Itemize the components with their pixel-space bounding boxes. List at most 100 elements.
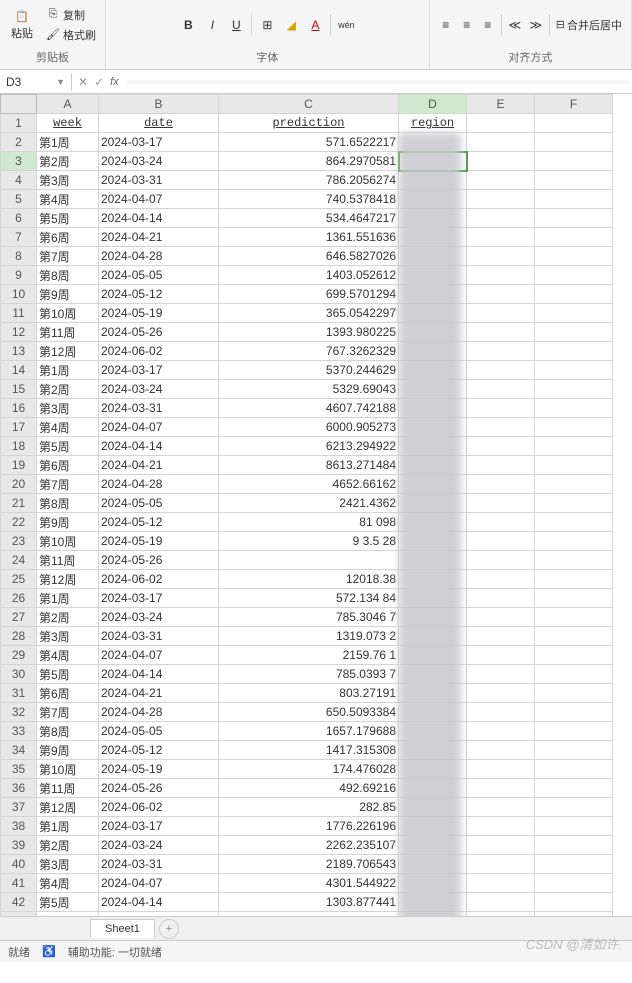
cell[interactable]: 492.69216	[219, 779, 399, 798]
col-header-B[interactable]: B	[99, 95, 219, 114]
cell[interactable]	[399, 266, 467, 285]
cell[interactable]	[399, 912, 467, 917]
cell[interactable]: 2421.4362	[219, 494, 399, 513]
cell[interactable]: 第2周	[37, 152, 99, 171]
add-sheet-button[interactable]: +	[159, 919, 179, 939]
row-header[interactable]: 19	[1, 456, 37, 475]
row-header[interactable]: 30	[1, 665, 37, 684]
row-header[interactable]: 26	[1, 589, 37, 608]
format-painter-button[interactable]: 🖌 格式刷	[42, 26, 99, 44]
cell[interactable]	[535, 285, 613, 304]
row-header[interactable]: 16	[1, 399, 37, 418]
cell[interactable]	[535, 190, 613, 209]
row-header[interactable]: 27	[1, 608, 37, 627]
cell[interactable]: 650.5093384	[219, 703, 399, 722]
increase-indent-button[interactable]: ≫	[526, 15, 546, 35]
cell[interactable]	[399, 874, 467, 893]
cell[interactable]	[467, 779, 535, 798]
cell[interactable]: 第3周	[37, 627, 99, 646]
cell[interactable]: 2024-03-17	[99, 589, 219, 608]
header-cell[interactable]	[467, 114, 535, 133]
cell[interactable]: 2024-05-12	[99, 285, 219, 304]
cell[interactable]: 2024-03-24	[99, 836, 219, 855]
cell[interactable]: 第12周	[37, 570, 99, 589]
cell[interactable]: 803.27191	[219, 684, 399, 703]
cell[interactable]	[535, 703, 613, 722]
cell[interactable]: 2024-03-17	[99, 361, 219, 380]
align-middle-button[interactable]: ≡	[457, 15, 477, 35]
cell[interactable]: 365.0542297	[219, 304, 399, 323]
cell[interactable]: 第6周	[37, 684, 99, 703]
cell[interactable]: 第9周	[37, 741, 99, 760]
cell[interactable]: 2024-06-02	[99, 570, 219, 589]
cell[interactable]	[399, 817, 467, 836]
cell[interactable]	[535, 855, 613, 874]
cell[interactable]	[399, 399, 467, 418]
cell[interactable]: 8613.271484	[219, 456, 399, 475]
cell[interactable]: 第11周	[37, 551, 99, 570]
cell[interactable]: 1403.052612	[219, 266, 399, 285]
cell[interactable]: 第1周	[37, 589, 99, 608]
cell[interactable]: 2024-06-02	[99, 798, 219, 817]
cell[interactable]	[535, 209, 613, 228]
cell[interactable]	[467, 874, 535, 893]
cell[interactable]: 第10周	[37, 304, 99, 323]
cell[interactable]: 2024-04-14	[99, 893, 219, 912]
cell[interactable]	[467, 304, 535, 323]
fx-label[interactable]: fx	[110, 76, 119, 88]
row-header[interactable]: 43	[1, 912, 37, 917]
cell[interactable]	[467, 399, 535, 418]
cell[interactable]	[535, 342, 613, 361]
cell[interactable]: 第6周	[37, 228, 99, 247]
cell[interactable]: 1776.226196	[219, 817, 399, 836]
row-header[interactable]: 24	[1, 551, 37, 570]
header-cell[interactable]: week	[37, 114, 99, 133]
cell[interactable]	[535, 475, 613, 494]
cell[interactable]: 第9周	[37, 513, 99, 532]
cell[interactable]	[535, 779, 613, 798]
cell[interactable]	[467, 665, 535, 684]
cell[interactable]	[535, 228, 613, 247]
cell[interactable]	[467, 608, 535, 627]
cell[interactable]	[399, 475, 467, 494]
cell[interactable]: 第8周	[37, 494, 99, 513]
row-header[interactable]: 8	[1, 247, 37, 266]
cell[interactable]	[467, 456, 535, 475]
row-header[interactable]: 28	[1, 627, 37, 646]
cell[interactable]	[535, 646, 613, 665]
cell[interactable]: 572.134 84	[219, 589, 399, 608]
cell[interactable]: 282.85	[219, 798, 399, 817]
cell[interactable]: 9 3.5 28	[219, 532, 399, 551]
cell[interactable]: 81 098	[219, 513, 399, 532]
cell[interactable]: 第5周	[37, 893, 99, 912]
row-header[interactable]: 35	[1, 760, 37, 779]
cell[interactable]: 2024-03-31	[99, 627, 219, 646]
select-all-corner[interactable]	[1, 95, 37, 114]
cell[interactable]	[467, 703, 535, 722]
row-header[interactable]: 3	[1, 152, 37, 171]
cell[interactable]: 第1周	[37, 361, 99, 380]
cell[interactable]	[399, 418, 467, 437]
cell[interactable]: 2024-05-19	[99, 532, 219, 551]
cell[interactable]: 第12周	[37, 342, 99, 361]
cell[interactable]	[467, 513, 535, 532]
formula-input[interactable]	[127, 80, 630, 84]
cell[interactable]	[467, 817, 535, 836]
cell[interactable]	[399, 760, 467, 779]
cell[interactable]	[467, 912, 535, 917]
cell[interactable]	[535, 494, 613, 513]
cell[interactable]: 第4周	[37, 190, 99, 209]
cell[interactable]: 第10周	[37, 760, 99, 779]
col-header-E[interactable]: E	[467, 95, 535, 114]
cell[interactable]	[399, 437, 467, 456]
cell[interactable]: 2024-03-24	[99, 152, 219, 171]
cell[interactable]	[467, 361, 535, 380]
cell[interactable]	[535, 247, 613, 266]
cell[interactable]: 785.0393 7	[219, 665, 399, 684]
cell[interactable]: 第3周	[37, 855, 99, 874]
cell[interactable]: 786.2056274	[219, 171, 399, 190]
cell[interactable]	[219, 551, 399, 570]
cell[interactable]	[399, 646, 467, 665]
row-header[interactable]: 25	[1, 570, 37, 589]
cell[interactable]: 2024-05-26	[99, 323, 219, 342]
